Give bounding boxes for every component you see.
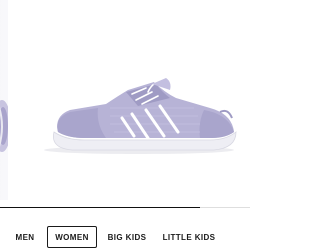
tab-big-kids[interactable]: BIG KIDS [103, 226, 151, 248]
shoe-image [44, 78, 237, 154]
previous-shoe-image [0, 100, 11, 152]
carousel-progress-bar[interactable] [0, 207, 250, 208]
previous-product-slide[interactable] [0, 0, 11, 200]
product-carousel[interactable] [0, 0, 250, 200]
tab-women[interactable]: WOMEN [47, 226, 97, 248]
product-carousel-page: MEN WOMEN BIG KIDS LITTLE KIDS [0, 0, 250, 250]
category-tabs: MEN WOMEN BIG KIDS LITTLE KIDS [0, 226, 250, 248]
tab-little-kids[interactable]: LITTLE KIDS [158, 226, 220, 248]
product-slide[interactable] [14, 0, 250, 200]
tab-men[interactable]: MEN [10, 226, 40, 248]
carousel-progress-fill [0, 207, 200, 208]
